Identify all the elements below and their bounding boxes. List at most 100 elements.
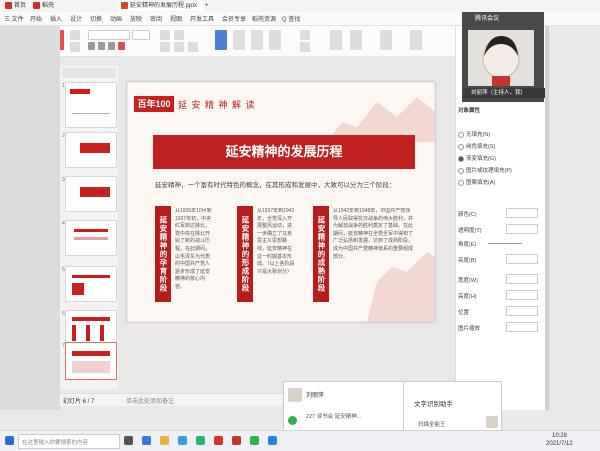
quick-style-icon[interactable] xyxy=(269,30,281,50)
height-input[interactable] xyxy=(506,290,538,300)
select-icon[interactable] xyxy=(380,30,392,50)
search-placeholder: 在这里输入你要搜索的内容 xyxy=(22,440,89,446)
angle-slider[interactable] xyxy=(488,243,522,244)
explorer-icon[interactable] xyxy=(142,436,151,445)
radio-icon xyxy=(458,167,464,174)
menu-home[interactable]: 开始 xyxy=(30,14,42,23)
shapes-icon[interactable] xyxy=(233,30,245,50)
layout-icon[interactable] xyxy=(70,30,80,40)
meeting-icon[interactable] xyxy=(268,436,277,445)
chat-notification[interactable]: 刘丽萍 227 读书会 延安精神... xyxy=(283,381,405,432)
menu-search[interactable]: Q 查找 xyxy=(282,14,300,23)
clock-date: 2021/7/12 xyxy=(546,441,573,447)
align-right-icon[interactable] xyxy=(188,42,198,52)
tab-docer[interactable]: 稻壳 xyxy=(30,1,57,11)
column-text-3[interactable]: 从1942年到1948年，中国共产党领导人民取得抗日战争的伟大胜利，并为解放战争… xyxy=(333,208,413,300)
radio-selected-icon xyxy=(458,155,464,162)
arrange-icon[interactable] xyxy=(251,30,263,50)
taskbar-search[interactable]: 在这里输入你要搜索的内容 xyxy=(18,434,120,449)
textbox-icon[interactable] xyxy=(215,30,227,50)
menu-file[interactable]: 三 文件 xyxy=(4,14,24,23)
avatar xyxy=(288,388,302,402)
slide-thumbnail[interactable]: 2 xyxy=(62,132,117,168)
slide-thumbnail-panel: 1 2 3 4 5 6 7 xyxy=(60,66,119,389)
font-name-select[interactable] xyxy=(88,30,130,40)
tab-home[interactable]: 首页 xyxy=(2,1,29,11)
fill-option-picture[interactable]: 图片或纹理填充(P) xyxy=(458,166,512,174)
slide[interactable]: 百年100 延 安 精 神 解 读 延安精神的发展历程 延安精神，一个富有时代特… xyxy=(127,82,435,322)
meeting-label: 腾讯会议 xyxy=(475,16,500,22)
menu-transition[interactable]: 切换 xyxy=(90,14,102,23)
slide-title[interactable]: 延安精神的发展历程 xyxy=(153,135,415,169)
wps-ppt-icon[interactable] xyxy=(232,436,241,445)
transparency-input[interactable] xyxy=(506,224,538,234)
align-left-icon[interactable] xyxy=(160,42,170,52)
column-heading-1[interactable]: 延安精神的孕育阶段 xyxy=(155,206,171,302)
chrome-icon[interactable] xyxy=(196,436,205,445)
chat-message: 227 读书会 延安精神... xyxy=(306,414,362,420)
menu-review[interactable]: 审阅 xyxy=(150,14,162,23)
bold-icon[interactable] xyxy=(88,42,95,50)
prop-color-label: 颜色(C) xyxy=(458,212,477,218)
color-select[interactable] xyxy=(506,208,538,218)
fill-option-pattern[interactable]: 图案填充(A) xyxy=(458,178,495,186)
width-input[interactable] xyxy=(506,274,538,284)
folder-icon[interactable] xyxy=(160,436,169,445)
brightness-input[interactable] xyxy=(506,254,538,264)
menu-developer[interactable]: 开发工具 xyxy=(190,14,214,23)
task-view-icon[interactable] xyxy=(124,436,133,445)
section-icon[interactable] xyxy=(70,42,80,52)
menu-design[interactable]: 设计 xyxy=(70,14,82,23)
ppt-icon xyxy=(121,1,128,9)
menu-animation[interactable]: 动画 xyxy=(110,14,122,23)
notes-placeholder[interactable]: 单击此处添加备注 xyxy=(126,396,174,405)
bullets-icon[interactable] xyxy=(160,30,170,40)
slide-intro[interactable]: 延安精神，一个富有时代特色的概念，在其形成和发展中，大致可以分为三个阶段： xyxy=(155,179,417,189)
slide-thumbnail[interactable]: 5 xyxy=(62,266,117,302)
scale-input[interactable] xyxy=(506,322,538,332)
slide-thumbnail[interactable]: 3 xyxy=(62,176,117,212)
slide-thumbnail[interactable]: 1 xyxy=(62,82,117,128)
panel-view-tabs[interactable] xyxy=(62,68,116,78)
ribbon-toolbar xyxy=(0,26,455,57)
fill-icon[interactable] xyxy=(300,30,310,40)
vertical-scrollbar[interactable] xyxy=(545,26,549,410)
menu-insert[interactable]: 插入 xyxy=(50,14,62,23)
chat-notification[interactable]: 文字识别助手 扫描全能王 xyxy=(403,381,502,432)
outline-icon[interactable] xyxy=(300,42,310,52)
numbering-icon[interactable] xyxy=(174,30,184,40)
find-icon[interactable] xyxy=(330,30,342,50)
font-color-icon[interactable] xyxy=(118,42,125,50)
column-text-2[interactable]: 从1937年到1942年，全党深入开展整风运动，进一步确立了马克思主义思想路线，… xyxy=(257,208,295,298)
align-center-icon[interactable] xyxy=(174,42,184,52)
column-text-1[interactable]: 从1935年10月到1937年初，中央红军到达陕北，党中央在陕北开始了新的战斗历… xyxy=(175,208,213,298)
italic-icon[interactable] xyxy=(98,42,105,50)
badge-label: 延 安 精 神 解 读 xyxy=(178,100,256,110)
participant-name: 刘丽萍（主持人，我） xyxy=(463,88,545,98)
radio-icon xyxy=(458,179,464,186)
font-size-select[interactable] xyxy=(132,30,150,40)
new-tab-button[interactable]: + xyxy=(202,1,212,11)
slide-thumbnail[interactable]: 6 xyxy=(62,310,117,346)
windows-start-icon[interactable] xyxy=(5,436,14,445)
slide-thumbnail-selected[interactable]: 7 xyxy=(62,342,117,380)
menu-docer[interactable]: 稻壳资源 xyxy=(252,14,276,23)
column-heading-3[interactable]: 延安精神的成熟阶段 xyxy=(313,206,329,302)
replace-icon[interactable] xyxy=(350,30,362,50)
wechat-icon[interactable] xyxy=(250,436,259,445)
play-icon[interactable] xyxy=(410,30,422,50)
fill-option-solid[interactable]: 纯色填充(S) xyxy=(458,142,495,150)
edge-icon[interactable] xyxy=(178,436,187,445)
menu-slideshow[interactable]: 放映 xyxy=(130,14,142,23)
slide-thumbnail[interactable]: 4 xyxy=(62,220,117,256)
fill-option-none[interactable]: 无填充(N) xyxy=(458,130,490,138)
wps-icon[interactable] xyxy=(214,436,223,445)
menu-member[interactable]: 会员专享 xyxy=(222,14,246,23)
column-heading-2[interactable]: 延安精神的形成阶段 xyxy=(237,206,253,302)
underline-icon[interactable] xyxy=(108,42,115,50)
position-input[interactable] xyxy=(506,306,538,316)
menu-view[interactable]: 视图 xyxy=(170,14,182,23)
taskbar: 在这里输入你要搜索的内容 10:28 2021/7/12 xyxy=(0,430,600,451)
tab-document[interactable]: 延安精神的发展历程.pptx xyxy=(118,1,204,11)
fill-option-gradient[interactable]: 渐变填充(G) xyxy=(458,154,496,162)
